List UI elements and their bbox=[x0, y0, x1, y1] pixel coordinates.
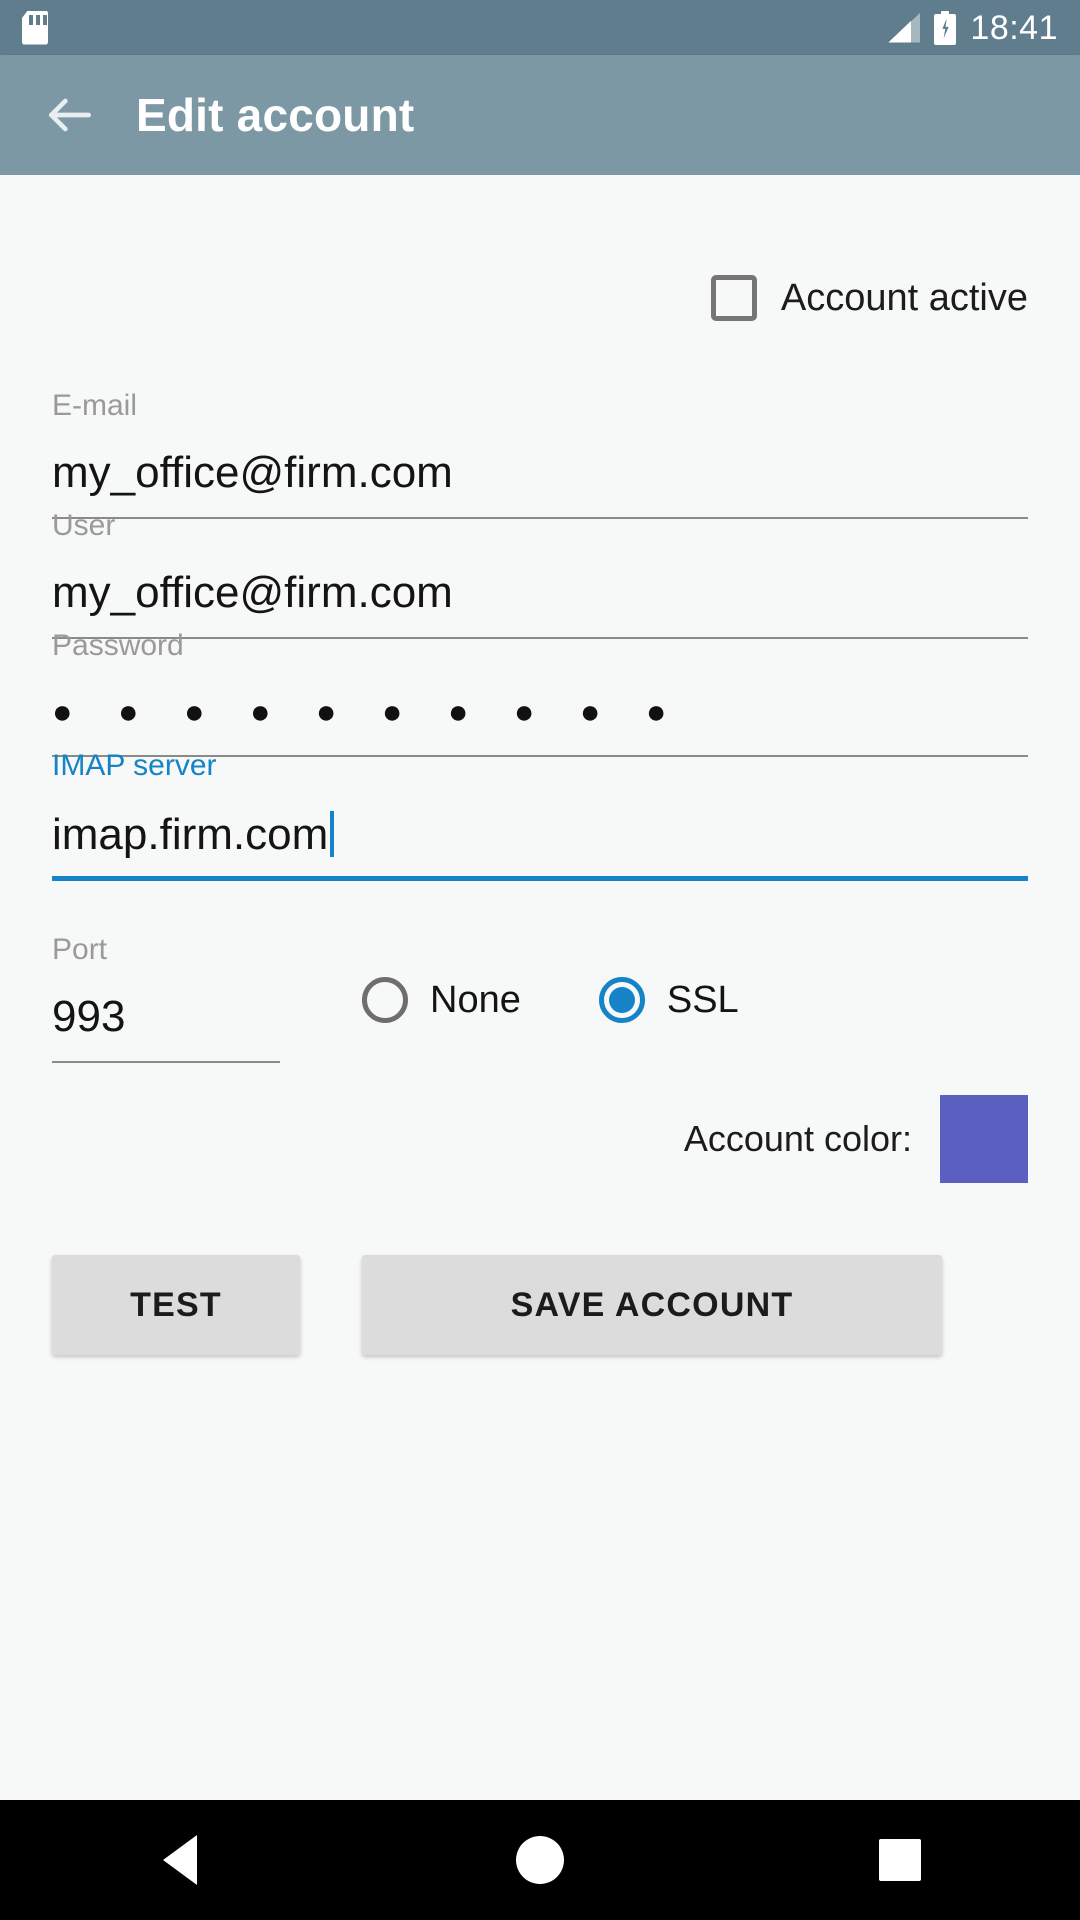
signal-icon bbox=[888, 12, 921, 43]
email-input[interactable]: my_office@firm.com bbox=[52, 451, 1028, 495]
radio-option-ssl[interactable]: SSL bbox=[598, 977, 739, 1023]
radio-option-none[interactable]: None bbox=[362, 977, 521, 1023]
account-color-swatch[interactable] bbox=[940, 1095, 1028, 1183]
user-label: User bbox=[52, 509, 116, 542]
status-bar-left bbox=[22, 10, 48, 45]
status-bar-right: 18:41 bbox=[888, 8, 1058, 47]
status-bar: 18:41 bbox=[0, 0, 1080, 55]
sd-card-icon bbox=[22, 10, 48, 45]
phone-screen: 18:41 Edit account Account active E-mail… bbox=[0, 0, 1080, 1920]
radio-ssl-icon[interactable] bbox=[598, 977, 645, 1023]
nav-back-button[interactable] bbox=[120, 1800, 240, 1920]
port-security-row: Port 993 None SSL bbox=[52, 935, 1028, 1063]
account-active-row[interactable]: Account active bbox=[710, 275, 1028, 321]
radio-ssl-label: SSL bbox=[666, 978, 739, 1021]
save-account-button[interactable]: SAVE ACCOUNT bbox=[362, 1255, 942, 1355]
port-label: Port bbox=[52, 933, 108, 966]
password-field-group[interactable]: Password ● ● ● ● ● ● ● ● ● ● bbox=[52, 631, 1028, 757]
imap-server-underline bbox=[52, 876, 1028, 881]
nav-home-button[interactable] bbox=[480, 1800, 600, 1920]
account-color-row[interactable]: Account color: bbox=[684, 1095, 1028, 1183]
port-field-group[interactable]: Port 993 bbox=[52, 935, 280, 1063]
nav-recents-square-icon bbox=[879, 1839, 921, 1881]
port-input[interactable]: 993 bbox=[52, 995, 280, 1039]
app-bar: Edit account bbox=[0, 55, 1080, 175]
account-color-label: Account color: bbox=[683, 1118, 912, 1159]
status-bar-clock: 18:41 bbox=[970, 8, 1058, 47]
battery-charging-icon bbox=[934, 10, 957, 45]
account-active-label: Account active bbox=[780, 276, 1028, 319]
form-actions: TEST SAVE ACCOUNT bbox=[52, 1255, 1028, 1355]
text-cursor bbox=[330, 811, 335, 857]
email-field-group[interactable]: E-mail my_office@firm.com bbox=[52, 391, 1028, 519]
password-label: Password bbox=[52, 629, 184, 662]
page-title: Edit account bbox=[136, 89, 415, 141]
android-navigation-bar bbox=[0, 1800, 1080, 1920]
radio-none-icon[interactable] bbox=[362, 977, 408, 1023]
imap-server-value: imap.firm.com bbox=[52, 810, 329, 859]
port-underline bbox=[52, 1061, 280, 1063]
nav-recents-button[interactable] bbox=[840, 1800, 960, 1920]
password-input[interactable]: ● ● ● ● ● ● ● ● ● ● bbox=[52, 695, 1028, 729]
nav-home-circle-icon bbox=[516, 1836, 564, 1884]
email-label: E-mail bbox=[52, 389, 138, 422]
imap-server-field-group[interactable]: IMAP server imap.firm.com bbox=[52, 751, 1028, 881]
edit-account-form: Account active E-mail my_office@firm.com… bbox=[0, 175, 1080, 1800]
security-radio-group: None SSL bbox=[362, 977, 739, 1023]
user-field-group[interactable]: User my_office@firm.com bbox=[52, 511, 1028, 639]
test-button[interactable]: TEST bbox=[52, 1255, 300, 1355]
radio-none-label: None bbox=[430, 978, 521, 1021]
imap-server-label: IMAP server bbox=[52, 749, 217, 782]
user-input[interactable]: my_office@firm.com bbox=[52, 571, 1028, 615]
account-active-checkbox[interactable] bbox=[710, 275, 757, 321]
imap-server-input[interactable]: imap.firm.com bbox=[52, 811, 1028, 857]
nav-back-triangle-icon bbox=[163, 1835, 197, 1885]
back-arrow-icon[interactable] bbox=[42, 87, 98, 143]
